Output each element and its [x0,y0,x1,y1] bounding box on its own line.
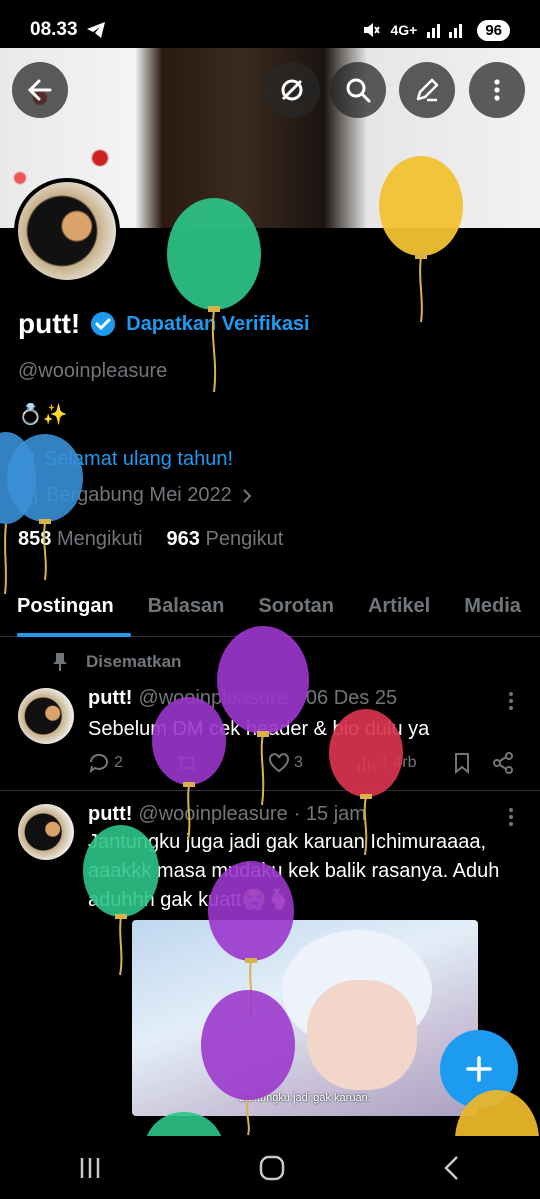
post-more-icon[interactable] [504,806,518,828]
tab-media[interactable]: Media [447,585,538,637]
edit-button[interactable] [399,62,455,118]
tab-articles[interactable]: Artikel [351,585,447,637]
post-more-icon[interactable] [504,690,518,712]
pinned-label: Disematkan [86,652,182,671]
media-subtitle: Jantungku jadi gak karuan. [239,1092,371,1104]
grok-button[interactable] [264,62,320,118]
arrow-left-icon [27,79,52,101]
more-button[interactable] [469,62,525,118]
compose-button[interactable] [440,1030,518,1108]
birthday-row: Selamat ulang tahun! [18,448,233,471]
birthday-text: Selamat ulang tahun! [44,448,234,470]
following-link[interactable]: 858 Mengikuti [18,528,143,551]
post-divider [0,790,540,791]
chevron-right-icon [242,488,252,503]
back-nav-icon[interactable] [441,1154,463,1182]
more-icon [494,79,500,101]
home-icon[interactable] [258,1154,286,1182]
following-label: Mengikuti [56,528,143,550]
network-type: 4G+ [390,22,418,38]
post-author-handle: @wooinpleasure [138,803,288,825]
post-media-image[interactable]: Jantungku jadi gak karuan. [132,920,478,1116]
tab-highlights[interactable]: Sorotan [241,585,351,637]
share-icon[interactable] [492,752,514,774]
joined-row[interactable]: Bergabung Mei 2022 [18,484,254,507]
views-icon [358,756,375,771]
post-time: · 06 Des 25 [293,687,398,709]
heart-icon [268,753,290,773]
search-icon [346,78,371,103]
joined-text: Bergabung Mei 2022 [46,484,232,506]
calendar-icon [19,488,37,505]
recent-apps-icon[interactable] [77,1155,103,1181]
get-verified-link[interactable]: Dapatkan Verifikasi [126,313,309,336]
repost-icon [177,754,197,772]
post-header: putt! @wooinpleasure · 06 Des 25 [88,687,397,710]
pin-icon [53,653,67,671]
profile-avatar[interactable] [14,178,120,284]
system-nav-bar [0,1136,540,1199]
search-button[interactable] [330,62,386,118]
battery-indicator: 96 [477,19,510,41]
profile-name: putt! [18,308,81,339]
verified-badge-icon[interactable] [90,311,116,337]
post-actions: 2 3 1,4rb [88,752,518,774]
status-time: 08.33 [30,19,78,40]
tab-posts[interactable]: Postingan [0,585,131,637]
profile-bio: 💍✨ [18,404,68,426]
follow-counts: 858 Mengikuti 963 Pengikut [18,528,283,551]
back-button[interactable] [12,62,68,118]
bookmark-icon[interactable] [452,752,472,774]
profile-handle: @wooinpleasure [18,360,168,382]
followers-link[interactable]: 963 Pengikut [167,528,284,551]
reply-button[interactable]: 2 [88,753,176,773]
post-text: Sebelum DM cek header & bio dulu ya [88,718,430,740]
followers-count: 963 [166,528,200,550]
post-author-name[interactable]: putt! [88,803,132,826]
tab-replies[interactable]: Balasan [131,585,242,637]
profile-name-row: putt! Dapatkan Verifikasi [18,308,310,340]
media-character-face [307,980,417,1090]
edit-icon [416,78,439,102]
post-text: Jantungku juga jadi gak karuan Ichimuraa… [88,831,500,911]
reply-count: 2 [114,754,123,771]
balloon-icon [20,448,34,465]
pinned-indicator: Disematkan [52,652,181,672]
post-avatar[interactable] [18,804,74,860]
views-button[interactable]: 1,4rb [356,753,452,773]
reply-icon [89,753,108,773]
views-count: 1,4rb [380,754,417,771]
plus-icon [466,1056,492,1082]
profile-tabs: Postingan Balasan Sorotan Artikel Media [0,585,540,637]
status-right: 4G+ 96 [362,19,510,41]
post-avatar[interactable] [18,688,74,744]
signal-icon [427,24,463,38]
telegram-icon [86,22,105,38]
grok-icon [281,79,303,101]
post-time: · 15 jam [293,803,366,825]
post-header: putt! @wooinpleasure · 15 jam [88,803,366,826]
mute-icon [364,23,381,37]
like-button[interactable]: 3 [268,753,356,773]
status-time-group: 08.33 [30,19,106,41]
following-count: 858 [18,528,52,550]
repost-button[interactable] [176,753,268,773]
post-author-handle: @wooinpleasure [138,687,288,709]
post-author-name[interactable]: putt! [88,687,132,710]
followers-label: Pengikut [205,528,284,550]
like-count: 3 [294,754,303,771]
